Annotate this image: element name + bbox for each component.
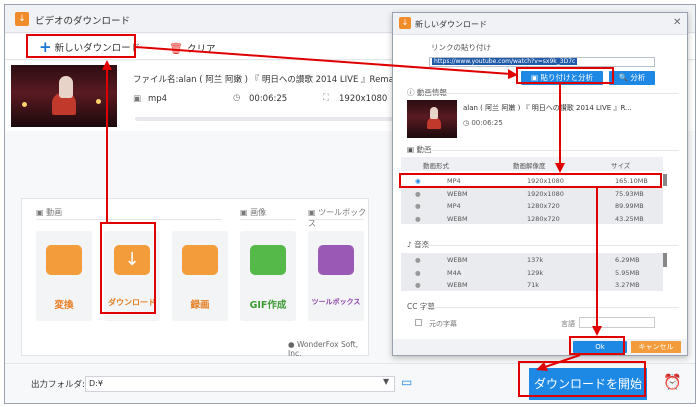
annotation-arrows: [102, 46, 602, 371]
arrow-ok-to-start: [544, 354, 581, 368]
arrow-head: [508, 69, 518, 79]
arrow-head: [555, 163, 565, 173]
arrow-head: [102, 60, 112, 70]
arrow-head: [592, 326, 602, 336]
arrow-new-to-paste: [135, 46, 511, 75]
